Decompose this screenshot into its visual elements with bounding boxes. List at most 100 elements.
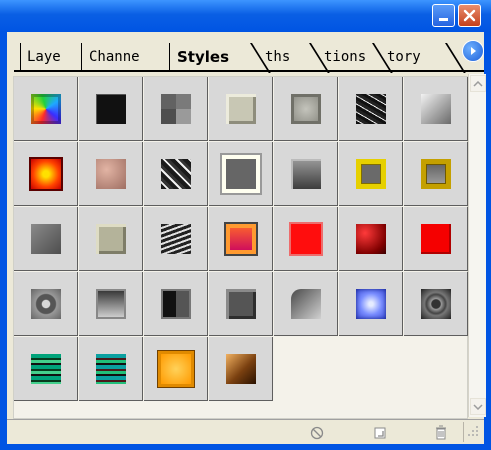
- style-preset[interactable]: [79, 142, 143, 206]
- panel-status-bar: [7, 419, 484, 444]
- chevron-up-icon: [473, 80, 483, 87]
- gray-gradient-bevel-swatch: [420, 93, 451, 124]
- gold-frame-swatch: [420, 158, 451, 189]
- gray-rounded-corner-swatch: [290, 288, 321, 319]
- style-preset[interactable]: [339, 207, 403, 271]
- black-square-swatch: [95, 93, 126, 124]
- tab-baseline: [14, 70, 484, 72]
- gray-raised-swatch: [225, 288, 256, 319]
- khaki-bevel-swatch: [95, 223, 126, 254]
- tab-label: Laye: [27, 49, 61, 65]
- panel-tab-bar: Laye Channe Styles ths tions tory: [0, 32, 491, 74]
- scroll-up-button[interactable]: [470, 75, 486, 92]
- red-orange-gradient-frame-swatch: [225, 223, 256, 254]
- gray-soft-bevel-swatch: [30, 223, 61, 254]
- style-preset[interactable]: [404, 207, 468, 271]
- styles-grid-frame: [13, 76, 468, 419]
- tab-divider: [81, 43, 82, 71]
- style-preset[interactable]: [339, 142, 403, 206]
- style-preset[interactable]: [274, 272, 338, 336]
- title-bar: [0, 0, 491, 32]
- style-preset[interactable]: [209, 207, 273, 271]
- dark-ring-swatch: [420, 288, 451, 319]
- blue-star-glow-swatch: [355, 288, 386, 319]
- green-stripe-rainbow-swatch: [30, 353, 61, 384]
- style-preset[interactable]: [144, 77, 208, 141]
- dark-split-bevel-swatch: [160, 288, 191, 319]
- style-preset[interactable]: [144, 337, 208, 401]
- tab-paths[interactable]: ths: [259, 43, 307, 71]
- style-preset[interactable]: [144, 142, 208, 206]
- chevron-down-icon: [473, 403, 483, 410]
- style-preset[interactable]: [209, 337, 273, 401]
- style-preset[interactable]: [79, 272, 143, 336]
- style-preset[interactable]: [14, 207, 78, 271]
- tab-history[interactable]: tory: [381, 43, 445, 71]
- tab-channels[interactable]: Channe: [83, 43, 169, 71]
- tab-label: ths: [265, 49, 291, 65]
- new-page-icon: [374, 427, 386, 439]
- new-style-button[interactable]: [371, 424, 389, 442]
- rose-matte-swatch: [95, 158, 126, 189]
- style-preset[interactable]: [79, 207, 143, 271]
- teal-stripe-rainbow-swatch: [95, 353, 126, 384]
- triangle-right-icon: [471, 47, 476, 55]
- style-preset[interactable]: [79, 77, 143, 141]
- red-dotted-swatch: [290, 223, 321, 254]
- trash-icon: [436, 425, 446, 440]
- styles-panel: [0, 74, 491, 450]
- scroll-down-button[interactable]: [470, 398, 486, 415]
- tab-label: Styles: [177, 48, 229, 66]
- rainbow-bevel-swatch: [30, 93, 61, 124]
- gold-orange-bevel-swatch: [160, 353, 191, 384]
- tab-actions[interactable]: tions: [318, 43, 372, 71]
- clear-style-button[interactable]: [308, 424, 326, 442]
- minimize-button[interactable]: [432, 4, 455, 27]
- style-preset[interactable]: [209, 142, 273, 206]
- red-flat-swatch: [420, 223, 451, 254]
- close-button[interactable]: [458, 4, 481, 27]
- gray-window-swatch: [95, 288, 126, 319]
- wavy-stripes-swatch: [160, 223, 191, 254]
- delete-style-button[interactable]: [432, 424, 450, 442]
- style-preset[interactable]: [404, 77, 468, 141]
- style-preset[interactable]: [404, 272, 468, 336]
- gray-pillow-swatch: [290, 93, 321, 124]
- tab-label: tory: [387, 49, 421, 65]
- style-preset[interactable]: [14, 337, 78, 401]
- style-preset[interactable]: [209, 77, 273, 141]
- vertical-scrollbar[interactable]: [468, 74, 486, 417]
- dark-red-glow-swatch: [355, 223, 386, 254]
- black-white-marble-swatch: [160, 158, 191, 189]
- style-preset[interactable]: [339, 272, 403, 336]
- style-preset[interactable]: [404, 142, 468, 206]
- style-preset[interactable]: [144, 207, 208, 271]
- wood-bronze-swatch: [225, 353, 256, 384]
- red-yellow-glow-swatch: [30, 158, 61, 189]
- tab-styles[interactable]: Styles: [171, 43, 249, 71]
- no-entry-icon: [310, 426, 324, 440]
- style-preset[interactable]: [274, 207, 338, 271]
- style-preset[interactable]: [144, 272, 208, 336]
- style-preset[interactable]: [14, 142, 78, 206]
- beige-bevel-swatch: [225, 93, 256, 124]
- style-preset[interactable]: [14, 77, 78, 141]
- panel-menu-button[interactable]: [462, 40, 484, 62]
- style-preset[interactable]: [274, 142, 338, 206]
- style-preset[interactable]: [339, 77, 403, 141]
- gray-outline-selected-swatch: [225, 158, 256, 189]
- style-preset[interactable]: [14, 272, 78, 336]
- close-icon: [463, 9, 476, 22]
- resize-grip[interactable]: [463, 422, 483, 442]
- style-preset[interactable]: [79, 337, 143, 401]
- yellow-frame-bevel-swatch: [355, 158, 386, 189]
- gray-cube-swatch: [290, 158, 321, 189]
- resize-grip-icon: [468, 426, 478, 436]
- tab-divider: [169, 43, 170, 71]
- style-preset[interactable]: [274, 77, 338, 141]
- tab-label: Channe: [89, 49, 140, 65]
- tab-layers[interactable]: Laye: [21, 43, 81, 71]
- style-preset[interactable]: [209, 272, 273, 336]
- minimize-icon: [439, 18, 448, 21]
- gray-circle-button-swatch: [30, 288, 61, 319]
